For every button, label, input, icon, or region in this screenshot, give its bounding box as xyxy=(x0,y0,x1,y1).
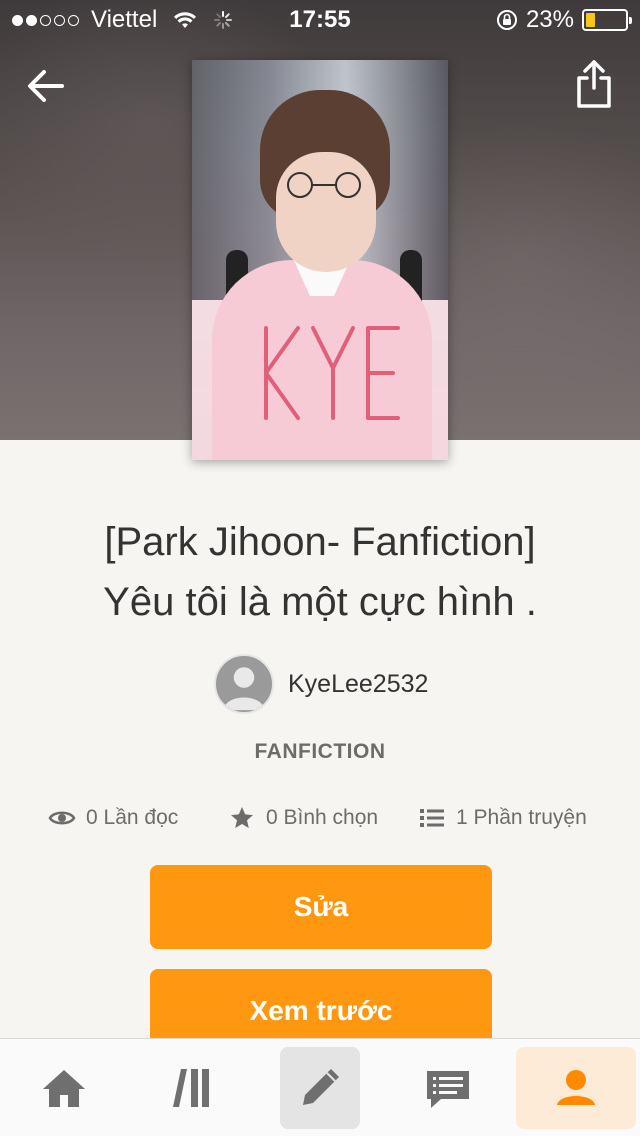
library-icon xyxy=(173,1069,209,1107)
reads-count: 0 Lần đọc xyxy=(86,806,179,829)
author-row[interactable]: KyeLee2532 xyxy=(214,654,428,714)
story-title-line-1: [Park Jihoon- Fanfiction] xyxy=(104,520,536,564)
rotation-lock-icon xyxy=(496,10,517,30)
votes-count: 0 Bình chọn xyxy=(266,806,379,829)
author-name[interactable]: KyeLee2532 xyxy=(288,670,428,699)
story-category: FANFICTION xyxy=(254,740,386,763)
share-icon xyxy=(577,60,611,108)
tab-library[interactable] xyxy=(152,1047,232,1129)
battery-icon xyxy=(582,9,632,31)
story-title-line-2: Yêu tôi là một cực hình . xyxy=(103,580,537,624)
arrow-left-icon xyxy=(28,70,64,102)
back-button[interactable] xyxy=(22,62,70,110)
default-avatar-icon xyxy=(223,667,265,711)
story-cover-image xyxy=(192,60,448,460)
star-icon xyxy=(231,807,253,828)
story-stats: 0 Lần đọc 0 Bình chọn 1 Phần truyện xyxy=(0,800,640,836)
parts-stat: 1 Phần truyện xyxy=(418,800,587,836)
parts-count: 1 Phần truyện xyxy=(456,806,587,829)
tab-profile[interactable] xyxy=(516,1047,636,1129)
avatar[interactable] xyxy=(214,654,274,714)
share-button[interactable] xyxy=(574,58,614,110)
status-bar: Viettel 17:55 23% xyxy=(0,0,640,40)
person-icon xyxy=(557,1070,595,1105)
battery-percent: 23% xyxy=(525,6,574,33)
pencil-icon xyxy=(303,1069,339,1105)
edit-button[interactable]: Sửa xyxy=(150,865,492,949)
tab-messages[interactable] xyxy=(408,1047,488,1129)
eye-icon xyxy=(48,811,76,825)
list-icon xyxy=(420,809,444,827)
chat-icon xyxy=(427,1071,469,1108)
tab-write[interactable] xyxy=(280,1047,360,1129)
votes-stat: 0 Bình chọn xyxy=(228,800,378,836)
reads-stat: 0 Lần đọc xyxy=(48,800,178,836)
bottom-tab-bar xyxy=(0,1038,640,1136)
story-title: [Park Jihoon- Fanfiction] Yêu tôi là một… xyxy=(0,512,640,632)
home-icon xyxy=(43,1070,85,1107)
tab-home[interactable] xyxy=(24,1047,104,1129)
